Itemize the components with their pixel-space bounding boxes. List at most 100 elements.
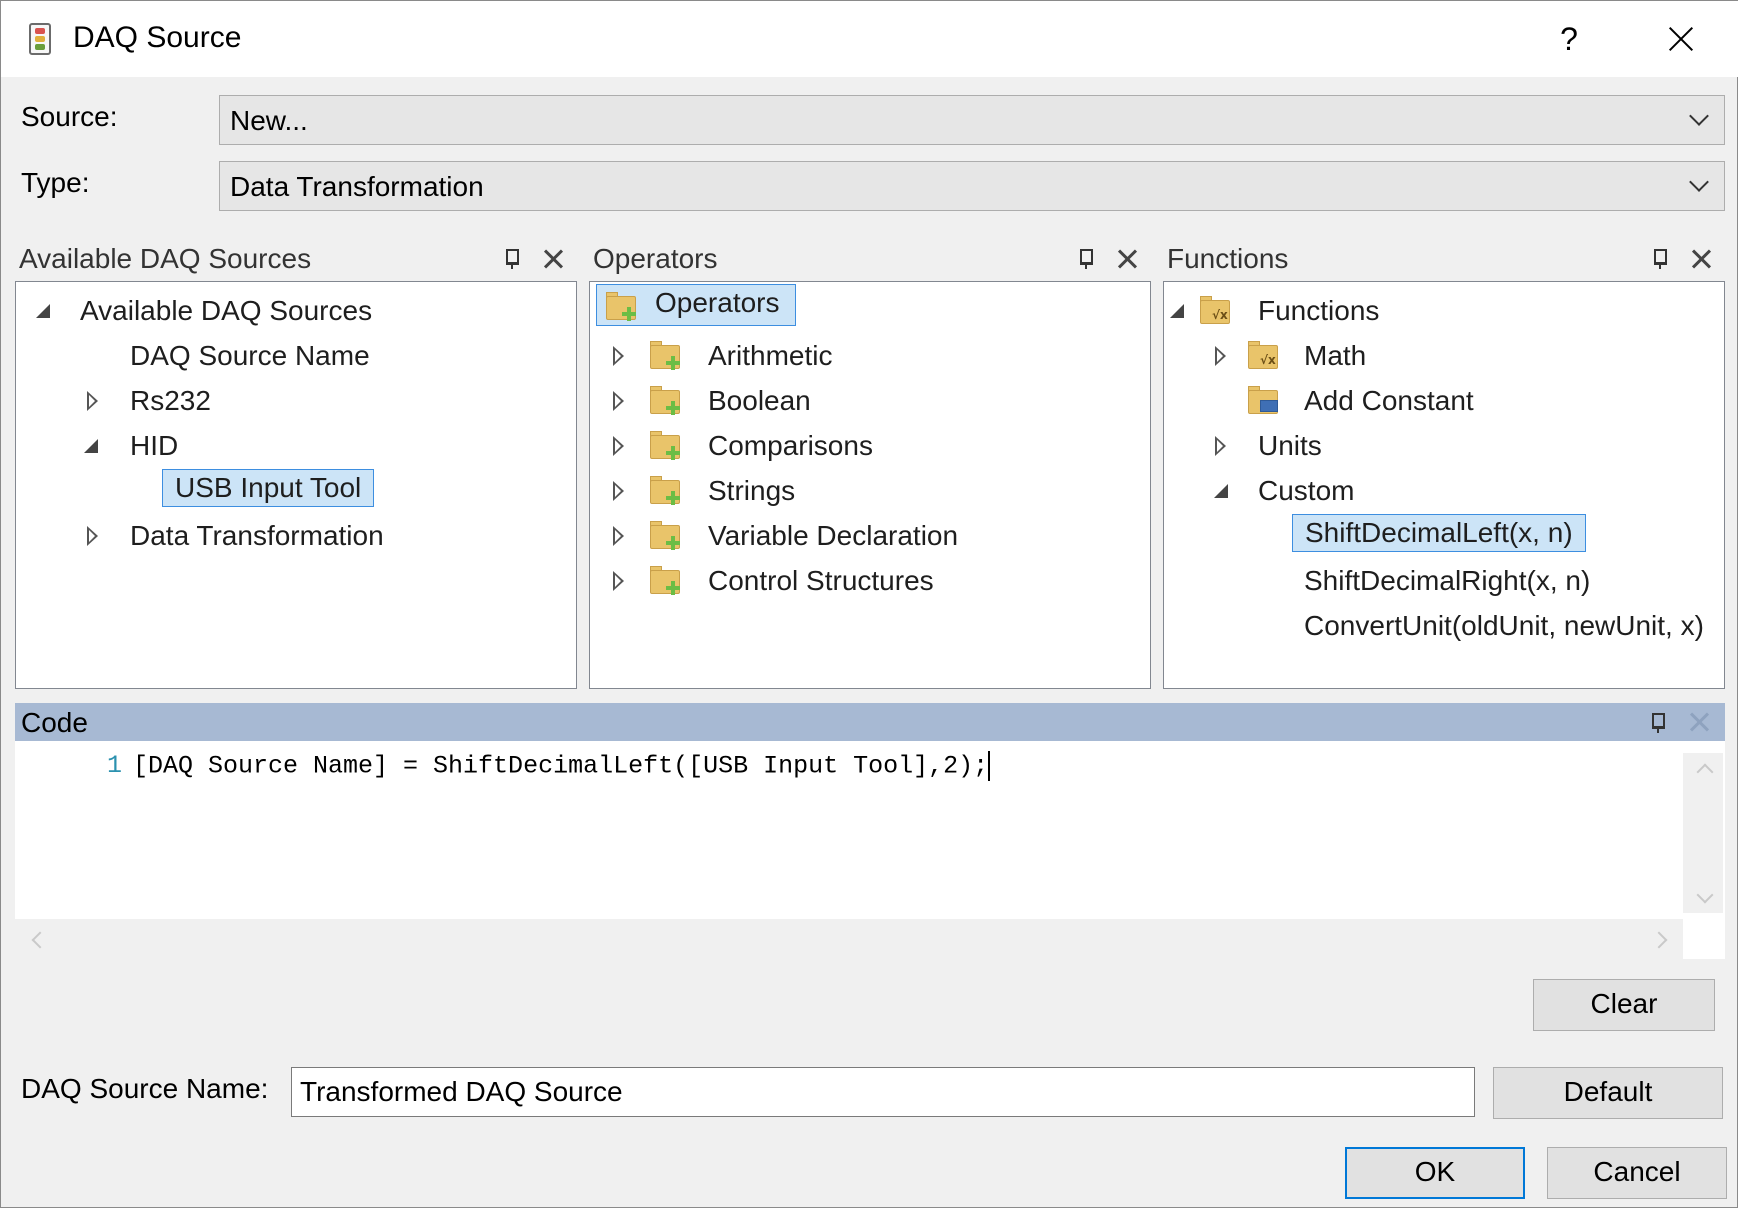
daq-source-name-input[interactable] [292,1068,1474,1116]
pin-icon[interactable] [501,247,523,269]
panel-title: Functions [1167,243,1289,274]
close-icon[interactable] [1689,247,1713,271]
expand-arrow-icon[interactable] [612,571,626,591]
tree-node-label: Units [1258,430,1322,461]
tree-node-label: Arithmetic [708,340,833,371]
expand-arrow-icon[interactable] [1214,346,1228,366]
tree-node-units[interactable]: Units [1164,425,1724,467]
scroll-right-icon[interactable] [1653,931,1669,947]
text-caret [988,751,991,781]
tree-node-shift-decimal-left[interactable]: ShiftDecimalLeft(x, n) [1164,514,1724,556]
window-title: DAQ Source [73,21,242,54]
tree-node-add-constant[interactable]: Add Constant [1164,380,1724,422]
collapse-arrow-icon[interactable] [1214,484,1228,498]
tree-node-functions-root[interactable]: √x Functions [1164,290,1724,332]
horizontal-scrollbar[interactable] [15,919,1683,959]
expand-arrow-icon[interactable] [1214,436,1228,456]
folder-add-icon [650,341,684,371]
tree-node-available-root[interactable]: Available DAQ Sources [16,290,576,332]
folder-add-icon [650,521,684,551]
tree-node-label: Data Transformation [130,520,384,551]
available-daq-sources-panel: Available DAQ Sources Available DAQ Sour… [15,237,577,689]
tree-node-label: Strings [708,475,796,506]
tree-node-label: Custom [1258,475,1355,506]
clear-button[interactable]: Clear [1533,979,1715,1031]
daq-source-name-label: DAQ Source Name: [21,1073,269,1104]
default-button[interactable]: Default [1493,1067,1723,1119]
scroll-left-icon[interactable] [29,931,45,947]
help-button[interactable]: ? [1537,15,1601,63]
code-line[interactable]: [DAQ Source Name] = ShiftDecimalLeft([US… [133,751,991,781]
ok-button[interactable]: OK [1345,1147,1525,1199]
tree-node-label: Available DAQ Sources [80,295,373,326]
collapse-arrow-icon[interactable] [84,439,98,453]
tree-node-label: Math [1304,340,1367,371]
expand-arrow-icon[interactable] [612,526,626,546]
tree-node-label: USB Input Tool [162,469,375,507]
folder-function-icon: √x [1200,296,1234,326]
source-select[interactable]: New... [219,95,1725,145]
operators-tree[interactable]: Operators Arithmetic Boolean Comparisons [589,281,1151,689]
tree-node-data-transformation[interactable]: Data Transformation [16,515,576,557]
tree-node-shift-decimal-right[interactable]: ShiftDecimalRight(x, n) [1164,560,1724,602]
tree-node-comparisons[interactable]: Comparisons [590,425,1150,467]
tree-node-arithmetic[interactable]: Arithmetic [590,335,1150,377]
type-label: Type: [21,167,90,198]
tree-node-rs232[interactable]: Rs232 [16,380,576,422]
collapse-arrow-icon[interactable] [36,304,50,318]
tree-node-label: ShiftDecimalLeft(x, n) [1292,514,1586,552]
close-icon[interactable] [1115,247,1139,271]
code-editor[interactable]: 1 [DAQ Source Name] = ShiftDecimalLeft([… [15,741,1725,919]
tree-node-strings[interactable]: Strings [590,470,1150,512]
tree-node-usb-input-tool[interactable]: USB Input Tool [16,469,576,511]
type-select[interactable]: Data Transformation [219,161,1725,211]
tree-node-hid[interactable]: HID [16,425,576,467]
panel-header: Functions [1163,237,1725,279]
pin-icon[interactable] [1075,247,1097,269]
close-icon[interactable] [1687,710,1711,734]
expand-arrow-icon[interactable] [612,481,626,501]
tree-node-operators-root[interactable]: Operators [596,284,796,326]
code-line-text: [DAQ Source Name] = ShiftDecimalLeft([US… [133,751,989,781]
tree-node-label: Add Constant [1304,385,1474,416]
tree-node-control-structures[interactable]: Control Structures [590,560,1150,602]
expand-arrow-icon[interactable] [612,436,626,456]
daq-source-name-field[interactable] [291,1067,1475,1117]
tree-node-boolean[interactable]: Boolean [590,380,1150,422]
tree-node-math[interactable]: √x Math [1164,335,1724,377]
tree-node-convert-unit[interactable]: ConvertUnit(oldUnit, newUnit, x) [1164,605,1724,647]
functions-panel: Functions √x Functions √x Math Add Const… [1163,237,1725,689]
panel-header: Available DAQ Sources [15,237,577,279]
cancel-button[interactable]: Cancel [1547,1147,1727,1199]
close-icon[interactable] [1645,11,1717,65]
expand-arrow-icon[interactable] [86,526,100,546]
folder-add-icon [650,431,684,461]
scrollbar-corner [1683,919,1725,959]
folder-doc-icon [1248,386,1282,416]
chevron-down-icon [1690,111,1708,129]
folder-add-icon [650,386,684,416]
tree-node-variable-declaration[interactable]: Variable Declaration [590,515,1150,557]
line-number: 1 [107,751,123,780]
scroll-down-icon[interactable] [1696,889,1712,905]
folder-add-icon [606,292,640,322]
expand-arrow-icon[interactable] [86,391,100,411]
functions-tree[interactable]: √x Functions √x Math Add Constant Units … [1163,281,1725,689]
tree-node-custom[interactable]: Custom [1164,470,1724,512]
tree-node-daq-source-name[interactable]: DAQ Source Name [16,335,576,377]
expand-arrow-icon[interactable] [612,391,626,411]
panel-title: Code [21,707,88,738]
tree-node-label: ConvertUnit(oldUnit, newUnit, x) [1304,610,1704,641]
pin-icon[interactable] [1649,247,1671,269]
scroll-up-icon[interactable] [1696,761,1712,777]
source-label: Source: [21,101,118,132]
collapse-arrow-icon[interactable] [1170,304,1184,318]
folder-add-icon [650,566,684,596]
pin-icon[interactable] [1647,711,1669,733]
panel-title: Available DAQ Sources [19,243,312,274]
type-select-value: Data Transformation [230,171,484,202]
traffic-light-app-icon [29,23,51,55]
expand-arrow-icon[interactable] [612,346,626,366]
available-daq-sources-tree[interactable]: Available DAQ Sources DAQ Source Name Rs… [15,281,577,689]
close-icon[interactable] [541,247,565,271]
